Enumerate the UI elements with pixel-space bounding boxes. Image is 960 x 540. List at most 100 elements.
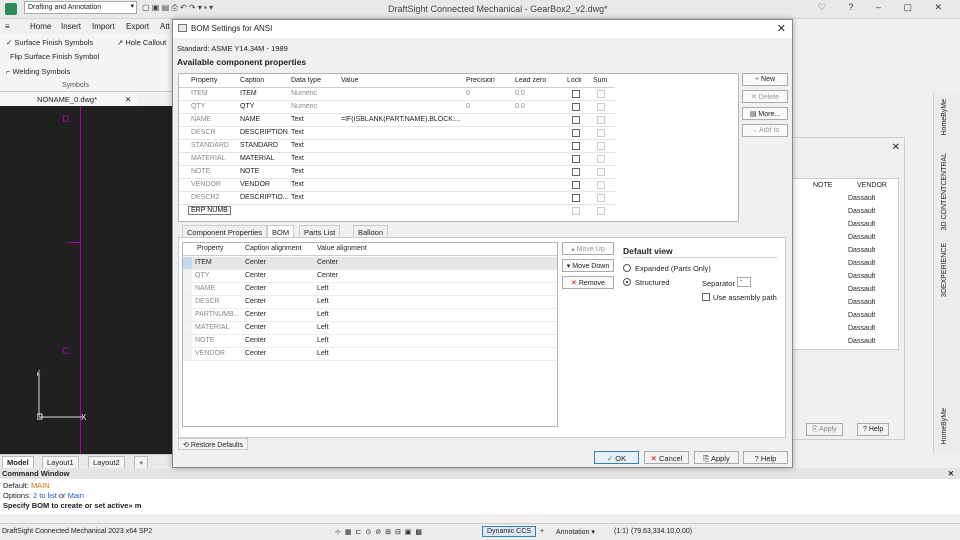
data-type-cell[interactable]: Text [291, 181, 304, 188]
caption-cell[interactable]: QTY [240, 103, 254, 110]
sum-checkbox[interactable] [597, 103, 605, 111]
property-cell[interactable]: STANDARD [191, 142, 229, 149]
caption-alignment-cell[interactable]: Center [245, 259, 266, 266]
row-selector[interactable] [183, 283, 192, 295]
sum-checkbox[interactable] [597, 181, 605, 189]
caption-alignment-cell[interactable]: Center [245, 337, 266, 344]
bom-row[interactable]: NOTE Center Left [183, 335, 557, 348]
row-selector[interactable] [183, 348, 192, 360]
move-up-button[interactable]: ▴ Move Up [562, 242, 614, 255]
property-cell[interactable]: QTY [191, 103, 205, 110]
property-row[interactable]: STANDARD STANDARD Text [179, 140, 615, 153]
lead-zero-cell[interactable]: 0.0 [515, 90, 525, 97]
caption-cell[interactable]: DESCRIPTIO... [240, 194, 289, 201]
col-lead-zero[interactable]: Lead zero [515, 77, 546, 84]
tab-home[interactable]: Home [30, 22, 51, 31]
close-icon[interactable]: ✕ [125, 95, 131, 104]
caption-cell[interactable]: VENDOR [240, 181, 270, 188]
property-row[interactable]: DESCR DESCRIPTION Text [179, 127, 615, 140]
property-row[interactable]: NOTE NOTE Text [179, 166, 615, 179]
lock-checkbox[interactable] [572, 116, 580, 124]
close-icon[interactable]: ✕ [892, 142, 900, 153]
data-type-cell[interactable]: Numeric [291, 90, 317, 97]
option-main-link[interactable]: Main [68, 491, 84, 500]
value-alignment-cell[interactable]: Left [317, 311, 329, 318]
apply-button[interactable]: ⎘ Apply [694, 451, 739, 464]
data-type-cell[interactable]: Text [291, 116, 304, 123]
bom-property-cell[interactable]: ITEM [195, 259, 212, 266]
close-icon[interactable]: ✕ [948, 469, 954, 478]
property-cell[interactable]: DESCR2 [191, 194, 219, 201]
annotation-dropdown[interactable]: Annotation ▾ [556, 528, 595, 536]
sum-checkbox[interactable] [597, 116, 605, 124]
value-alignment-cell[interactable]: Left [317, 298, 329, 305]
property-cell[interactable]: NAME [191, 116, 211, 123]
side-tab-3dcontentcentral[interactable]: 3D CONTENTCENTRAL [941, 153, 948, 230]
row-selector[interactable] [183, 257, 192, 269]
precision-cell[interactable]: 0 [466, 103, 470, 110]
delete-button[interactable]: ✕ Delete [742, 90, 788, 103]
lock-checkbox[interactable] [572, 90, 580, 98]
property-row[interactable]: MATERIAL MATERIAL Text [179, 153, 615, 166]
lock-checkbox[interactable] [572, 103, 580, 111]
property-row[interactable]: ITEM ITEM Numeric 0 0.0 [179, 88, 615, 101]
data-type-cell[interactable]: Numeric [291, 103, 317, 110]
menu-icon[interactable]: ≡ [5, 22, 10, 31]
caption-cell[interactable]: NOTE [240, 168, 259, 175]
col-property[interactable]: Property [197, 245, 223, 252]
new-property-input[interactable]: ERP NUMB [188, 206, 231, 215]
property-row[interactable]: DESCR2 DESCRIPTIO... Text [179, 192, 615, 205]
restore-defaults-button[interactable]: ⟲ Restore Defaults [178, 438, 248, 450]
bg-apply-button[interactable]: ⎘ Apply [806, 423, 843, 436]
property-row[interactable]: NAME NAME Text =IF(ISBLANK(PART:NAME),BLOCK… [179, 114, 615, 127]
bom-row[interactable]: DESCR Center Left [183, 296, 557, 309]
data-type-cell[interactable]: Text [291, 129, 304, 136]
more-button[interactable]: ▤ More... [742, 107, 788, 120]
col-caption-alignment[interactable]: Caption alignment [245, 245, 301, 252]
bom-row[interactable]: MATERIAL Center Left [183, 322, 557, 335]
new-button[interactable]: + New [742, 73, 788, 86]
property-cell[interactable]: NOTE [191, 168, 210, 175]
tab-import[interactable]: Import [92, 22, 115, 31]
use-assembly-path-checkbox[interactable] [702, 293, 710, 301]
col-lock[interactable]: Lock [567, 77, 582, 84]
row-selector[interactable] [183, 309, 192, 321]
sum-checkbox[interactable] [597, 90, 605, 98]
lock-checkbox[interactable] [572, 129, 580, 137]
data-type-cell[interactable]: Text [291, 168, 304, 175]
side-tab-homebyme[interactable]: HomeByMe [941, 99, 948, 136]
tab-insert[interactable]: Insert [61, 22, 81, 31]
value-cell[interactable]: =IF(ISBLANK(PART:NAME),BLOCK:... [341, 116, 461, 123]
property-row[interactable]: QTY QTY Numeric 0 0.0 [179, 101, 615, 114]
bom-property-cell[interactable]: NAME [195, 285, 215, 292]
row-selector[interactable] [183, 270, 192, 282]
col-caption[interactable]: Caption [240, 77, 264, 84]
sum-checkbox[interactable] [597, 194, 605, 202]
welding-symbols-button[interactable]: ⌐ Welding Symbols [6, 67, 70, 76]
property-cell[interactable]: MATERIAL [191, 155, 226, 162]
caption-alignment-cell[interactable]: Center [245, 311, 266, 318]
bom-property-cell[interactable]: QTY [195, 272, 209, 279]
lead-zero-cell[interactable]: 0.0 [515, 103, 525, 110]
col-precision[interactable]: Precision [466, 77, 495, 84]
sum-checkbox[interactable] [597, 129, 605, 137]
help-button[interactable]: ? Help [743, 451, 788, 464]
caption-alignment-cell[interactable]: Center [245, 350, 266, 357]
precision-cell[interactable]: 0 [466, 90, 470, 97]
caption-cell[interactable]: NAME [240, 116, 260, 123]
structured-radio[interactable] [623, 278, 631, 286]
lock-checkbox[interactable] [572, 168, 580, 176]
plus-icon[interactable]: + [540, 528, 544, 535]
value-alignment-cell[interactable]: Center [317, 272, 338, 279]
bom-property-cell[interactable]: VENDOR [195, 350, 225, 357]
document-tab[interactable]: NONAME_0.dwg* ✕ [0, 93, 137, 106]
value-alignment-cell[interactable]: Left [317, 337, 329, 344]
dynamic-ccs-toggle[interactable]: Dynamic CCS [482, 526, 536, 537]
bom-row[interactable]: NAME Center Left [183, 283, 557, 296]
value-alignment-cell[interactable]: Center [317, 259, 338, 266]
ok-button[interactable]: ✓ OK [594, 451, 639, 464]
side-tab-3dexperience[interactable]: 3DEXPERIENCE [941, 243, 948, 297]
col-value-alignment[interactable]: Value alignment [317, 245, 367, 252]
caption-alignment-cell[interactable]: Center [245, 272, 266, 279]
remove-button[interactable]: ✕ Remove [562, 276, 614, 289]
